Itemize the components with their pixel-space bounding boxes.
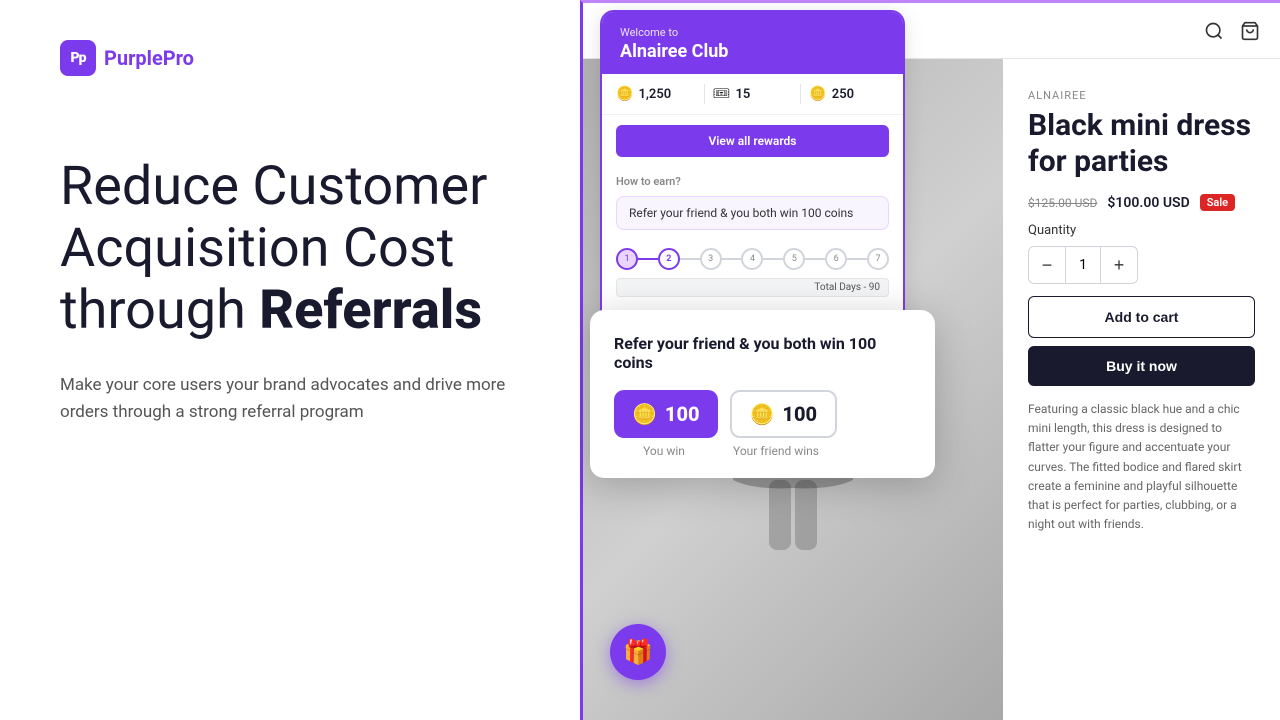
- headline-bold: Referrals: [259, 279, 482, 342]
- store-header-icons: [1204, 21, 1260, 41]
- search-icon[interactable]: [1204, 21, 1224, 41]
- logo-text: PurplePro: [104, 46, 194, 70]
- price-sale: $100.00 USD: [1107, 195, 1189, 211]
- subtext: Make your core users your brand advocate…: [60, 372, 520, 426]
- points-value: 250: [832, 87, 854, 102]
- coins-value: 1,250: [638, 87, 671, 102]
- rewards-panel: Welcome to Alnairee Club 🪙 1,250 🎟 15 🪙 …: [600, 10, 905, 359]
- stat-divider-2: [800, 84, 801, 104]
- logo-suffix: Pro: [163, 46, 194, 70]
- rewards-header: Welcome to Alnairee Club: [602, 12, 903, 74]
- left-panel: Pp PurplePro Reduce Customer Acquisition…: [0, 0, 580, 720]
- friend-coins-value: 100: [782, 402, 817, 426]
- step-line-1: [638, 258, 658, 260]
- points-icon: 🪙: [809, 86, 826, 102]
- rewards-stats: 🪙 1,250 🎟 15 🪙 250: [602, 74, 903, 115]
- headline-line1: Reduce Customer: [60, 155, 487, 218]
- headline: Reduce Customer Acquisition Cost through…: [60, 156, 520, 342]
- qty-plus-button[interactable]: +: [1101, 247, 1137, 283]
- headline-line3: through Referrals: [60, 279, 482, 342]
- product-info: ALNAIREE Black mini dress for parties $1…: [1003, 59, 1280, 720]
- headline-line2: Acquisition Cost: [60, 217, 454, 280]
- stat-stamps: 🎟 15: [713, 86, 793, 102]
- friend-coin-icon: 🪙: [750, 402, 775, 426]
- logo-area: Pp PurplePro: [60, 40, 520, 76]
- total-days-badge: Total Days - 90: [616, 278, 889, 297]
- qty-value: 1: [1065, 247, 1101, 283]
- logo-prefix: Purple: [104, 46, 163, 70]
- add-to-cart-button[interactable]: Add to cart: [1028, 296, 1255, 338]
- you-win-label: You win: [614, 444, 714, 458]
- product-pricing: $125.00 USD $100.00 USD Sale: [1028, 194, 1255, 211]
- step-2: 2: [658, 248, 680, 270]
- coin-icon: 🪙: [616, 86, 633, 102]
- quantity-control: − 1 +: [1028, 246, 1138, 284]
- you-coins-value: 100: [665, 402, 700, 426]
- stamps-value: 15: [735, 87, 750, 102]
- buy-now-button[interactable]: Buy it now: [1028, 346, 1255, 386]
- you-coin-icon: 🪙: [632, 402, 657, 426]
- step-4: 4: [741, 248, 763, 270]
- product-description: Featuring a classic black hue and a chic…: [1028, 400, 1255, 534]
- product-brand: ALNAIREE: [1028, 89, 1255, 102]
- stat-coins: 🪙 1,250: [616, 86, 696, 102]
- friend-win-card: 🪙 100: [730, 390, 838, 438]
- step-5: 5: [783, 248, 805, 270]
- rewards-welcome-text: Welcome to: [620, 26, 885, 39]
- logo-icon-text: Pp: [70, 50, 85, 66]
- headline-regular: through: [60, 279, 259, 342]
- step-line-6: [847, 258, 867, 260]
- step-line-3: [722, 258, 742, 260]
- step-6: 6: [825, 248, 847, 270]
- step-line-4: [763, 258, 783, 260]
- price-original: $125.00 USD: [1028, 196, 1097, 210]
- you-win-card: 🪙 100: [614, 390, 718, 438]
- steps-area: 1 2 3 4 5 6 7 Total Days - 90: [602, 236, 903, 313]
- steps-track: 1 2 3 4 5 6 7: [616, 248, 889, 270]
- stamps-icon: 🎟: [713, 86, 731, 102]
- how-to-earn-label: How to earn?: [602, 167, 903, 196]
- stat-divider-1: [704, 84, 705, 104]
- rewards-club-name: Alnairee Club: [620, 41, 885, 62]
- sale-badge: Sale: [1200, 194, 1235, 211]
- logo-icon: Pp: [60, 40, 96, 76]
- quantity-label: Quantity: [1028, 223, 1255, 238]
- step-7: 7: [867, 248, 889, 270]
- popup-coins-row: 🪙 100 🪙 100: [614, 390, 911, 438]
- step-3: 3: [700, 248, 722, 270]
- product-title: Black mini dress for parties: [1028, 108, 1255, 180]
- cart-icon[interactable]: [1240, 21, 1260, 41]
- gift-fab-button[interactable]: 🎁: [610, 624, 666, 680]
- view-rewards-button[interactable]: View all rewards: [616, 125, 889, 157]
- popup-title: Refer your friend & you both win 100 coi…: [614, 334, 911, 372]
- refer-friend-item: Refer your friend & you both win 100 coi…: [616, 196, 889, 230]
- gift-icon: 🎁: [623, 638, 653, 666]
- right-panel: AL: [580, 0, 1280, 720]
- referral-popup: Refer your friend & you both win 100 coi…: [590, 310, 935, 478]
- qty-minus-button[interactable]: −: [1029, 247, 1065, 283]
- step-line-5: [805, 258, 825, 260]
- friend-win-label: Your friend wins: [726, 444, 826, 458]
- step-1: 1: [616, 248, 638, 270]
- popup-labels-row: You win Your friend wins: [614, 444, 911, 458]
- stat-points: 🪙 250: [809, 86, 889, 102]
- step-line-2: [680, 258, 700, 260]
